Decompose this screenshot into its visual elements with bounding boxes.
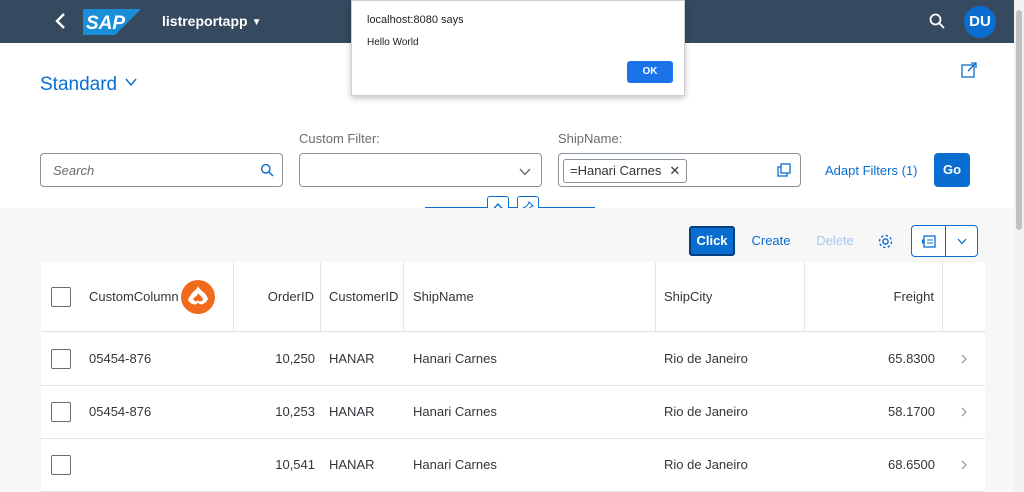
cell-shipname: Hanari Carnes — [413, 404, 497, 419]
shipname-multi-input[interactable]: =Hanari Carnes ✕ — [558, 153, 801, 187]
chevron-down-icon[interactable] — [518, 165, 532, 179]
cell-customerid: HANAR — [329, 457, 375, 472]
custom-filter-label: Custom Filter: — [299, 131, 380, 146]
chevron-right-icon[interactable] — [959, 460, 969, 470]
cell-custom: 05454-876 — [89, 351, 152, 366]
variant-name: Standard — [40, 74, 118, 95]
cell-shipname: Hanari Carnes — [413, 457, 497, 472]
token-text: =Hanari Carnes — [570, 163, 662, 178]
cell-freight: 58.1700 — [888, 404, 935, 419]
custom-filter-select[interactable] — [299, 153, 542, 187]
share-icon[interactable] — [960, 61, 978, 79]
sap-logo[interactable]: SAP — [83, 9, 141, 35]
cell-orderid: 10,541 — [275, 457, 315, 472]
chevron-right-icon[interactable] — [959, 354, 969, 364]
cell-shipcity: Rio de Janeiro — [664, 404, 748, 419]
export-icon[interactable] — [921, 233, 937, 249]
sap-logo-text: SAP — [86, 13, 125, 34]
row-checkbox[interactable] — [51, 455, 71, 475]
column-header-custom[interactable]: CustomColumn — [41, 262, 234, 332]
column-header-customerid[interactable]: CustomerID — [321, 262, 404, 332]
caret-down-icon: ▼ — [251, 17, 262, 28]
create-button[interactable]: Create — [746, 226, 796, 256]
back-button[interactable] — [50, 9, 72, 33]
cell-customerid: HANAR — [329, 351, 375, 366]
browser-alert-dialog: localhost:8080 says Hello World OK — [351, 0, 685, 96]
click-button[interactable]: Click — [689, 226, 735, 256]
alert-ok-button[interactable]: OK — [627, 61, 673, 83]
cell-shipname: Hanari Carnes — [413, 351, 497, 366]
token-remove-icon[interactable]: ✕ — [669, 163, 680, 178]
app-title-menu[interactable]: listreportapp ▼ — [162, 13, 261, 29]
cell-freight: 65.8300 — [888, 351, 935, 366]
cell-orderid: 10,253 — [275, 404, 315, 419]
alert-message: Hello World — [367, 37, 419, 48]
table-row[interactable]: 10,541 HANAR Hanari Carnes Rio de Janeir… — [41, 439, 985, 492]
chevron-down-icon[interactable] — [956, 235, 968, 247]
export-button-group — [911, 225, 978, 257]
search-field-icon[interactable] — [260, 163, 274, 177]
search-icon[interactable] — [928, 12, 946, 30]
back-icon — [55, 13, 65, 29]
column-header-freight[interactable]: Freight — [805, 262, 943, 332]
cell-customerid: HANAR — [329, 404, 375, 419]
cell-shipcity: Rio de Janeiro — [664, 351, 748, 366]
column-header-shipname[interactable]: ShipName — [404, 262, 656, 332]
table-header: CustomColumn OrderID CustomerID ShipName… — [41, 262, 985, 332]
page-scrollbar[interactable] — [1014, 0, 1024, 492]
alert-title: localhost:8080 says — [367, 14, 464, 26]
scrollbar-thumb[interactable] — [1016, 10, 1022, 230]
button-separator — [945, 226, 946, 256]
column-label: CustomColumn — [89, 289, 179, 304]
flame-logo-icon — [181, 280, 215, 314]
adapt-filters-button[interactable]: Adapt Filters (1) — [825, 163, 917, 178]
search-input[interactable]: Search — [40, 153, 283, 187]
cell-custom: 05454-876 — [89, 404, 152, 419]
chevron-right-icon[interactable] — [959, 407, 969, 417]
cell-shipcity: Rio de Janeiro — [664, 457, 748, 472]
go-button[interactable]: Go — [934, 153, 970, 187]
row-checkbox[interactable] — [51, 402, 71, 422]
table-row[interactable]: 05454-876 10,253 HANAR Hanari Carnes Rio… — [41, 386, 985, 439]
cell-orderid: 10,250 — [275, 351, 315, 366]
cell-freight: 68.6500 — [888, 457, 935, 472]
search-placeholder: Search — [53, 163, 95, 178]
variant-selector[interactable]: Standard — [40, 74, 137, 96]
shipname-token[interactable]: =Hanari Carnes ✕ — [563, 159, 688, 183]
shipname-label: ShipName: — [558, 131, 623, 146]
row-checkbox[interactable] — [51, 349, 71, 369]
value-help-icon[interactable] — [777, 163, 791, 177]
app-title: listreportapp — [162, 13, 248, 29]
column-header-orderid[interactable]: OrderID — [234, 262, 321, 332]
user-avatar[interactable]: DU — [964, 6, 996, 38]
delete-button[interactable]: Delete — [810, 226, 860, 256]
chevron-down-icon — [125, 78, 137, 87]
gear-icon[interactable] — [877, 233, 894, 250]
column-header-shipcity[interactable]: ShipCity — [656, 262, 805, 332]
table-row[interactable]: 05454-876 10,250 HANAR Hanari Carnes Rio… — [41, 333, 985, 386]
